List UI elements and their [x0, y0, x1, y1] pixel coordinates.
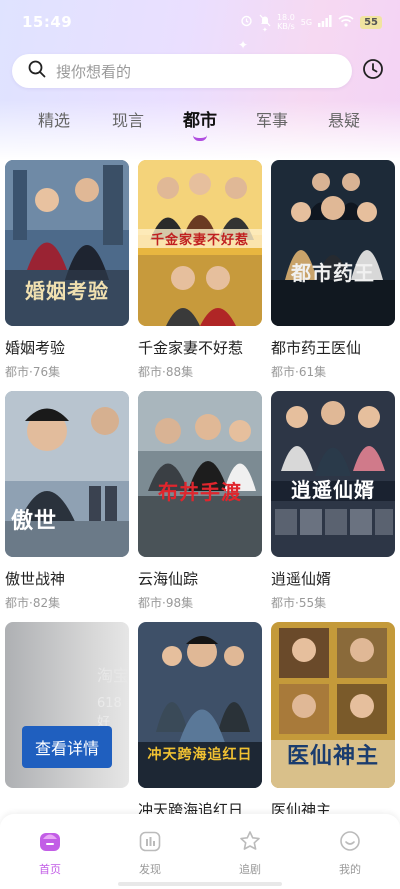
drama-card[interactable]: 千金家妻不好惹 千金家妻不好惹 都市·88集 [138, 160, 262, 391]
nav-following[interactable]: 追剧 [200, 814, 300, 889]
drama-grid: 婚姻考验 婚姻考验 都市·76集 千金家妻不好惹 千金家妻不好惹 都市·88集 [5, 160, 397, 853]
poster-title: 都市药王 [291, 261, 375, 285]
drama-poster[interactable]: 医仙神主 [271, 622, 395, 788]
poster-title: 医仙神主 [286, 743, 379, 769]
nav-home[interactable]: 首页 [0, 814, 100, 889]
ad-subtext: 618好 [97, 696, 122, 730]
search-icon [28, 60, 46, 82]
drama-poster[interactable]: 千金家妻不好惹 [138, 160, 262, 326]
drama-poster[interactable]: 冲天跨海追红日 [138, 622, 262, 788]
poster-title: 布井手渡 [158, 480, 242, 504]
tab-junshi[interactable]: 军事 [236, 108, 308, 148]
nav-label: 发现 [139, 863, 161, 876]
history-button[interactable] [360, 58, 386, 84]
tab-jingxuan[interactable]: 精选 [0, 108, 92, 148]
drama-card[interactable]: 都市药王 都市药王医仙 都市·61集 [271, 160, 395, 391]
drama-poster[interactable]: 布井手渡 [138, 391, 262, 557]
tab-label: 精选 [37, 111, 70, 130]
drama-meta: 都市·88集 [138, 365, 194, 379]
tab-xuanyi[interactable]: 悬疑 [308, 108, 380, 148]
poster-title: 逍遥仙婿 [291, 478, 375, 502]
nav-discover[interactable]: 发现 [100, 814, 200, 889]
drama-meta: 都市·61集 [271, 365, 327, 379]
tab-label: 悬疑 [327, 111, 360, 130]
status-bar: 15:49 18.0 KB/s 5G 55 [0, 0, 400, 44]
active-tab-indicator [193, 135, 207, 141]
drama-meta: 都市·98集 [138, 596, 194, 610]
nav-profile[interactable]: 我的 [300, 814, 400, 889]
signal-label: 5G [300, 17, 313, 27]
drama-title[interactable]: 傲世战神 [5, 568, 129, 589]
profile-icon [339, 830, 361, 856]
search-input[interactable]: 搜你想看的 [12, 54, 352, 88]
poster-title: 千金家妻不好惹 [138, 229, 262, 248]
drama-meta: 都市·55集 [271, 596, 327, 610]
signal-icon [318, 14, 332, 30]
drama-poster[interactable]: 婚姻考验 [5, 160, 129, 326]
wifi-icon [338, 14, 354, 30]
status-time: 15:49 [22, 13, 73, 31]
drama-card[interactable]: 婚姻考验 婚姻考验 都市·76集 [5, 160, 129, 391]
bottom-navigation: 首页 发现 追剧 我的 [0, 814, 400, 889]
search-row: 搜你想看的 [12, 53, 388, 89]
drama-title[interactable]: 都市药王医仙 [271, 337, 395, 358]
poster-title: 婚姻考验 [25, 279, 109, 303]
ad-overlay: 淘宝 618好 查看详情 [5, 622, 129, 788]
star-icon [239, 830, 261, 856]
drama-title[interactable]: 千金家妻不好惹 [138, 337, 262, 358]
drama-poster[interactable]: 都市药王 [271, 160, 395, 326]
home-indicator [118, 882, 282, 886]
poster-title: 傲世 [11, 508, 58, 534]
tab-label: 现言 [111, 111, 144, 130]
ad-banner[interactable]: 淘宝 618好 查看详情 [5, 622, 129, 788]
tab-li[interactable]: 历 [380, 108, 400, 148]
net-speed: 18.0 KB/s [277, 13, 295, 31]
ad-text: 淘宝 [97, 666, 129, 685]
drama-card[interactable]: 傲世 傲世战神 都市·82集 [5, 391, 129, 622]
clock-icon [362, 58, 384, 84]
tab-label: 都市 [183, 111, 217, 131]
drama-card[interactable]: 逍遥仙婿 逍遥仙婿 都市·55集 [271, 391, 395, 622]
drama-poster[interactable]: 傲世 [5, 391, 129, 557]
nav-label: 我的 [339, 863, 361, 876]
battery-indicator: 55 [360, 15, 382, 29]
poster-title: 冲天跨海追红日 [147, 747, 253, 763]
nav-label: 追剧 [239, 863, 261, 876]
status-icons: 18.0 KB/s 5G 55 [240, 13, 382, 31]
view-details-button[interactable]: 查看详情 [22, 726, 112, 768]
nav-label: 首页 [39, 863, 61, 876]
drama-title[interactable]: 云海仙踪 [138, 568, 262, 589]
net-speed-unit: KB/s [277, 22, 295, 31]
drama-meta: 都市·82集 [5, 596, 61, 610]
drama-card[interactable]: 布井手渡 云海仙踪 都市·98集 [138, 391, 262, 622]
tab-label: 军事 [255, 111, 288, 130]
category-tabs: 精选 现言 都市 军事 悬疑 历 [0, 108, 400, 148]
home-icon [39, 830, 61, 856]
net-speed-value: 18.0 [276, 13, 295, 22]
mute-icon [259, 14, 271, 30]
drama-title[interactable]: 逍遥仙婿 [271, 568, 395, 589]
drama-title[interactable]: 婚姻考验 [5, 337, 129, 358]
search-placeholder: 搜你想看的 [56, 62, 132, 81]
drama-meta: 都市·76集 [5, 365, 61, 379]
tab-dushi[interactable]: 都市 [164, 108, 236, 148]
drama-poster[interactable]: 逍遥仙婿 [271, 391, 395, 557]
alarm-icon [240, 14, 253, 30]
discover-icon [139, 830, 161, 856]
tab-xianyan[interactable]: 现言 [92, 108, 164, 148]
